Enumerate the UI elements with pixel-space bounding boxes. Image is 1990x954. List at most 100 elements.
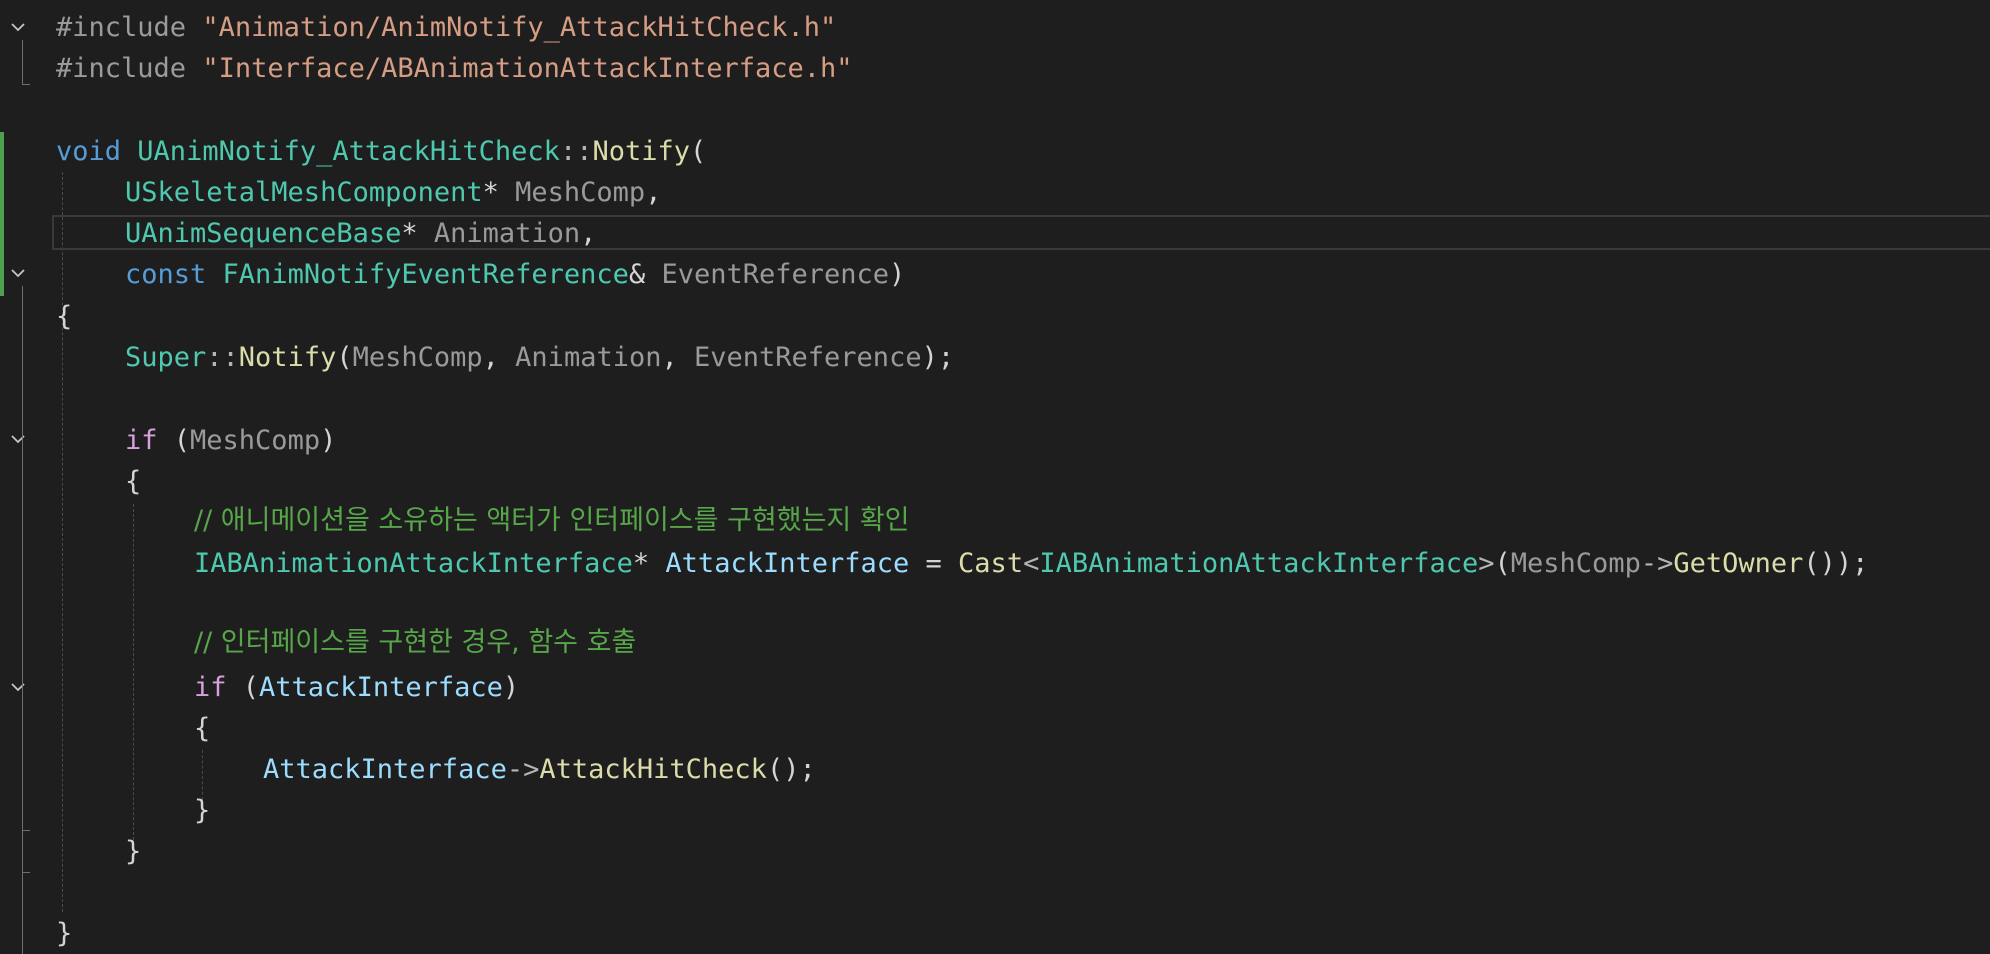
chevron-down-icon[interactable] — [10, 265, 26, 281]
punctuation: ()); — [1803, 548, 1869, 579]
open-paren: ( — [226, 672, 260, 703]
code-line-5: USkeletalMeshComponent* MeshComp, — [56, 172, 661, 213]
keyword: void — [56, 136, 122, 167]
punctuation: , — [645, 177, 662, 208]
fold-range-end — [22, 84, 30, 85]
variable-name: AttackInterface — [259, 672, 503, 703]
code-line-1: #include "Animation/AnimNotify_AttackHit… — [56, 7, 836, 48]
punctuation: (); — [766, 754, 816, 785]
code-line-9: Super::Notify(MeshComp, Animation, Event… — [56, 337, 954, 378]
parameter-name: EventReference — [661, 259, 890, 290]
template-open: < — [1023, 548, 1040, 579]
pointer-modifier: * — [482, 177, 516, 208]
function-name: Notify — [238, 342, 337, 373]
control-keyword: if — [125, 425, 158, 456]
code-line-21: } — [56, 831, 141, 872]
function-name: Cast — [958, 548, 1024, 579]
code-line-6: UAnimSequenceBase* Animation, — [56, 213, 596, 254]
function-name: Notify — [592, 136, 690, 167]
fold-range-line — [22, 700, 23, 830]
brace: { — [125, 466, 142, 497]
brace: } — [194, 795, 211, 826]
variable-name: AttackInterface — [665, 548, 910, 579]
chevron-down-icon[interactable] — [10, 679, 26, 695]
change-marker — [0, 132, 4, 296]
parameter-name: MeshComp — [1510, 548, 1641, 579]
variable-name: AttackInterface — [263, 754, 507, 785]
fold-range-end — [22, 872, 30, 873]
arrow-operator: -> — [1640, 548, 1674, 579]
code-line-7: const FAnimNotifyEventReference& EventRe… — [56, 254, 905, 295]
preprocessor-directive: #include — [56, 53, 187, 84]
pointer-modifier: * — [632, 548, 666, 579]
parameter-name: Animation — [433, 218, 581, 249]
code-line-17: if (AttackInterface) — [56, 667, 519, 708]
preprocessor-directive: #include — [56, 12, 187, 43]
open-paren: ( — [1494, 548, 1511, 579]
type-name: IABAnimationAttackInterface — [194, 548, 633, 579]
template-close: > — [1478, 548, 1495, 579]
type-name: FAnimNotifyEventReference — [222, 259, 629, 290]
punctuation: , — [580, 218, 597, 249]
keyword: const — [125, 259, 207, 290]
code-line-16: // 인터페이스를 구현한 경우, 함수 호출 — [56, 622, 636, 663]
parameter-name: MeshComp — [190, 425, 321, 456]
brace: { — [194, 713, 211, 744]
code-line-12: { — [56, 461, 141, 502]
reference-modifier: & — [628, 259, 662, 290]
class-name: Super — [125, 342, 207, 373]
argument: Animation — [515, 342, 662, 373]
comment: // 애니메이션을 소유하는 액터가 인터페이스를 구현했는지 확인 — [194, 505, 910, 536]
code-line-13: // 애니메이션을 소유하는 액터가 인터페이스를 구현했는지 확인 — [56, 500, 910, 541]
comma: , — [661, 342, 694, 373]
control-keyword: if — [194, 672, 227, 703]
brace: { — [56, 301, 73, 332]
fold-range-end — [22, 830, 30, 831]
chevron-down-icon[interactable] — [10, 19, 26, 35]
argument: EventReference — [694, 342, 922, 373]
comma: , — [482, 342, 516, 373]
code-editor[interactable]: #include "Animation/AnimNotify_AttackHit… — [0, 0, 1990, 954]
comment: // 인터페이스를 구현한 경우, 함수 호출 — [194, 627, 637, 658]
scope-operator: :: — [206, 342, 239, 373]
code-line-4: void UAnimNotify_AttackHitCheck::Notify( — [56, 131, 706, 172]
code-line-19: AttackInterface->AttackHitCheck(); — [56, 749, 816, 790]
code-line-8: { — [56, 296, 72, 337]
open-paren: ( — [336, 342, 353, 373]
fold-range-line — [22, 40, 23, 84]
class-name: UAnimNotify_AttackHitCheck — [137, 136, 560, 167]
chevron-down-icon[interactable] — [10, 431, 26, 447]
code-line-18: { — [56, 708, 210, 749]
brace: } — [125, 836, 142, 867]
brace: } — [56, 918, 73, 949]
close-paren: ) — [502, 672, 520, 703]
function-name: GetOwner — [1673, 548, 1804, 579]
code-line-2: #include "Interface/ABAnimationAttackInt… — [56, 48, 853, 89]
open-paren: ( — [690, 136, 707, 167]
assignment-operator: = — [909, 548, 959, 579]
function-name: AttackHitCheck — [539, 754, 767, 785]
editor-gutter — [0, 0, 40, 954]
argument: MeshComp — [352, 342, 483, 373]
close-paren: ) — [320, 425, 337, 456]
parameter-name: MeshComp — [515, 177, 646, 208]
code-line-11: if (MeshComp) — [56, 420, 336, 461]
type-name: IABAnimationAttackInterface — [1039, 548, 1479, 579]
include-path-string: "Interface/ABAnimationAttackInterface.h" — [202, 53, 853, 84]
pointer-modifier: * — [401, 218, 434, 249]
scope-operator: :: — [559, 136, 593, 167]
type-name: USkeletalMeshComponent — [125, 177, 483, 208]
punctuation: ); — [921, 342, 955, 373]
code-line-23: } — [56, 913, 72, 954]
include-path-string: "Animation/AnimNotify_AttackHitCheck.h" — [202, 12, 837, 43]
close-paren: ) — [889, 259, 906, 290]
type-name: UAnimSequenceBase — [125, 218, 402, 249]
code-line-20: } — [56, 790, 210, 831]
code-line-14: IABAnimationAttackInterface* AttackInter… — [56, 543, 1868, 584]
open-paren: ( — [157, 425, 191, 456]
arrow-operator: -> — [506, 754, 540, 785]
